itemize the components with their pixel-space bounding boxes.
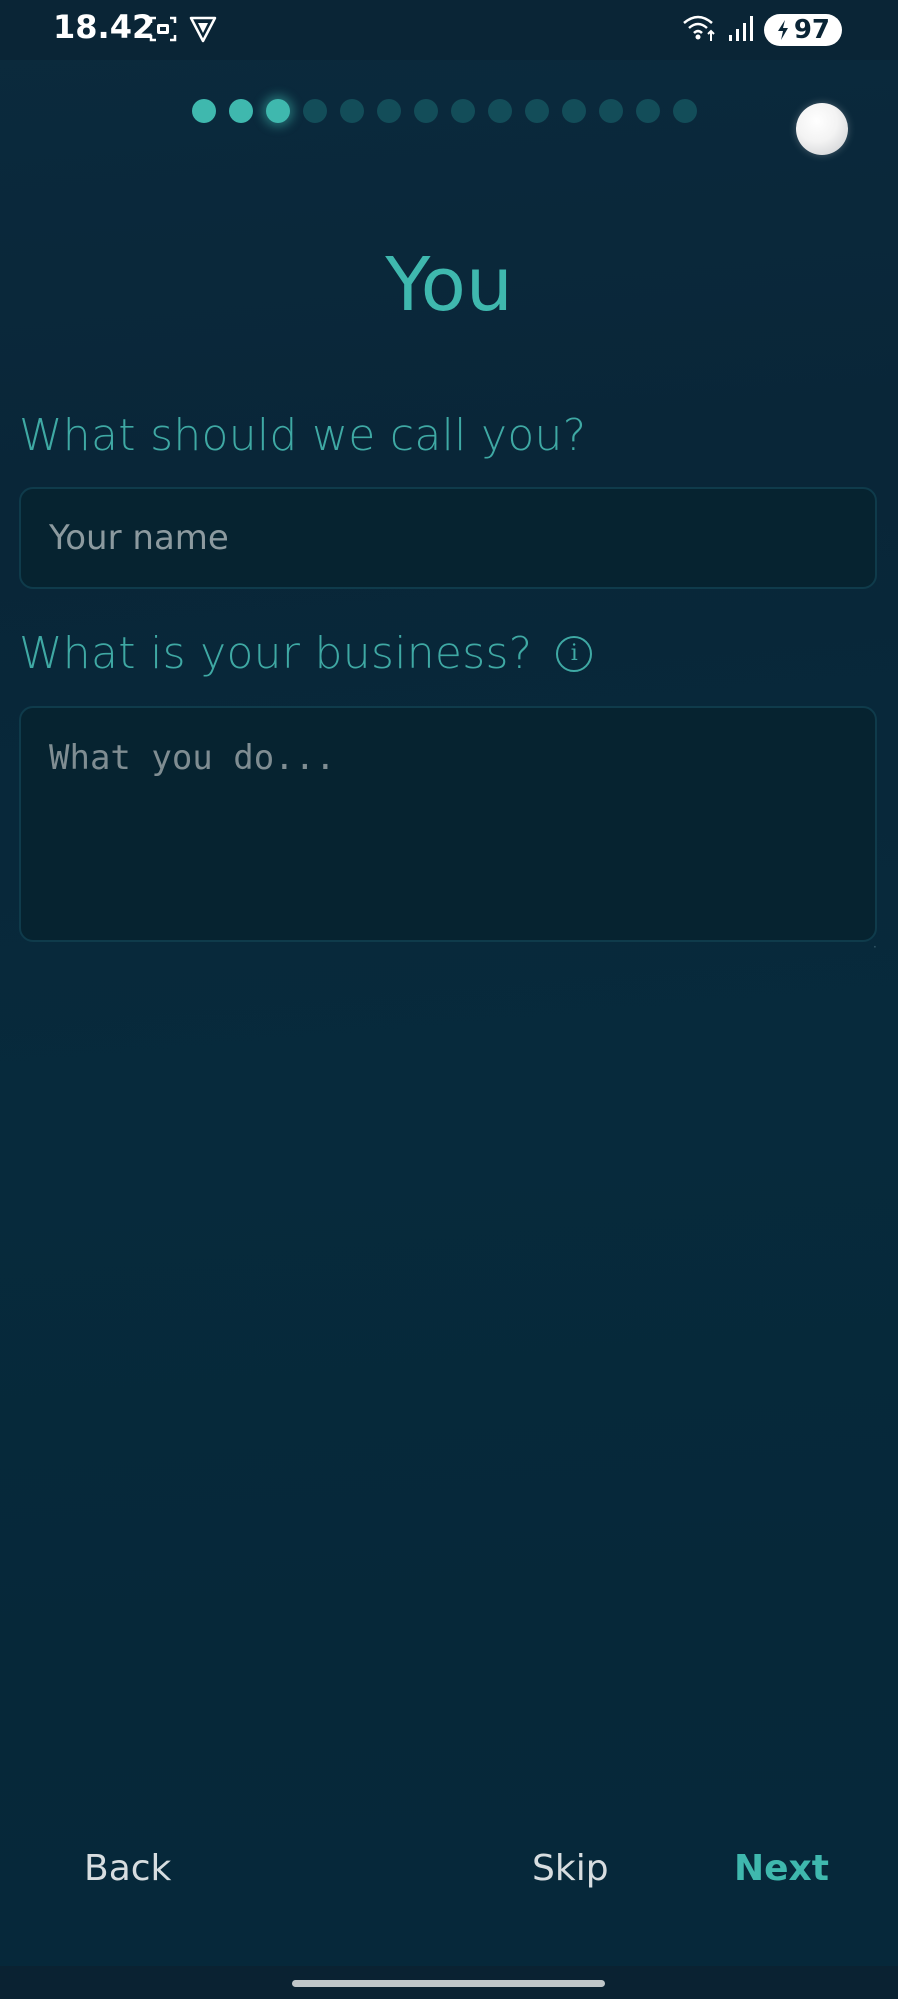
progress-dot [229,99,253,123]
screenshot-icon [148,14,178,48]
progress-dot [303,99,327,123]
progress-dot [377,99,401,123]
info-icon[interactable]: i [556,635,593,672]
status-bar: 18.42 97 [0,0,898,60]
battery-level: 97 [793,15,830,45]
business-label: What is your business? [19,628,533,679]
progress-dot [192,99,216,123]
back-button[interactable]: Back [84,1848,171,1889]
status-time: 18.42 [53,8,155,46]
progress-dot [525,99,549,123]
progress-dot [451,99,475,123]
progress-dot [562,99,586,123]
battery-indicator: 97 [763,14,842,46]
bottom-navigation: Back Skip Next [0,1848,898,1908]
battery-charging-icon [777,20,788,40]
business-textarea[interactable] [21,708,875,940]
wifi-icon [682,13,718,47]
progress-dot [673,99,697,123]
skip-button[interactable]: Skip [532,1848,609,1889]
name-input[interactable] [21,489,875,587]
name-label: What should we call you? [19,410,587,461]
progress-dot [599,99,623,123]
home-indicator[interactable] [292,1980,605,1987]
assistant-orb[interactable] [796,103,848,155]
progress-dots [192,99,697,123]
business-label-row: What is your business? i [19,628,593,679]
progress-dot [266,99,290,123]
name-input-container [19,487,877,589]
progress-dot [340,99,364,123]
resize-handle-icon[interactable]: · [873,940,879,954]
progress-dot [636,99,660,123]
page-title: You [385,242,513,328]
progress-dot [414,99,438,123]
business-input-container: · [19,706,877,954]
signal-icon [728,13,754,47]
status-left-icons [148,14,218,48]
progress-dot [488,99,512,123]
vpn-shield-icon [188,14,218,48]
next-button[interactable]: Next [734,1848,829,1889]
status-right-icons: 97 [682,13,842,47]
